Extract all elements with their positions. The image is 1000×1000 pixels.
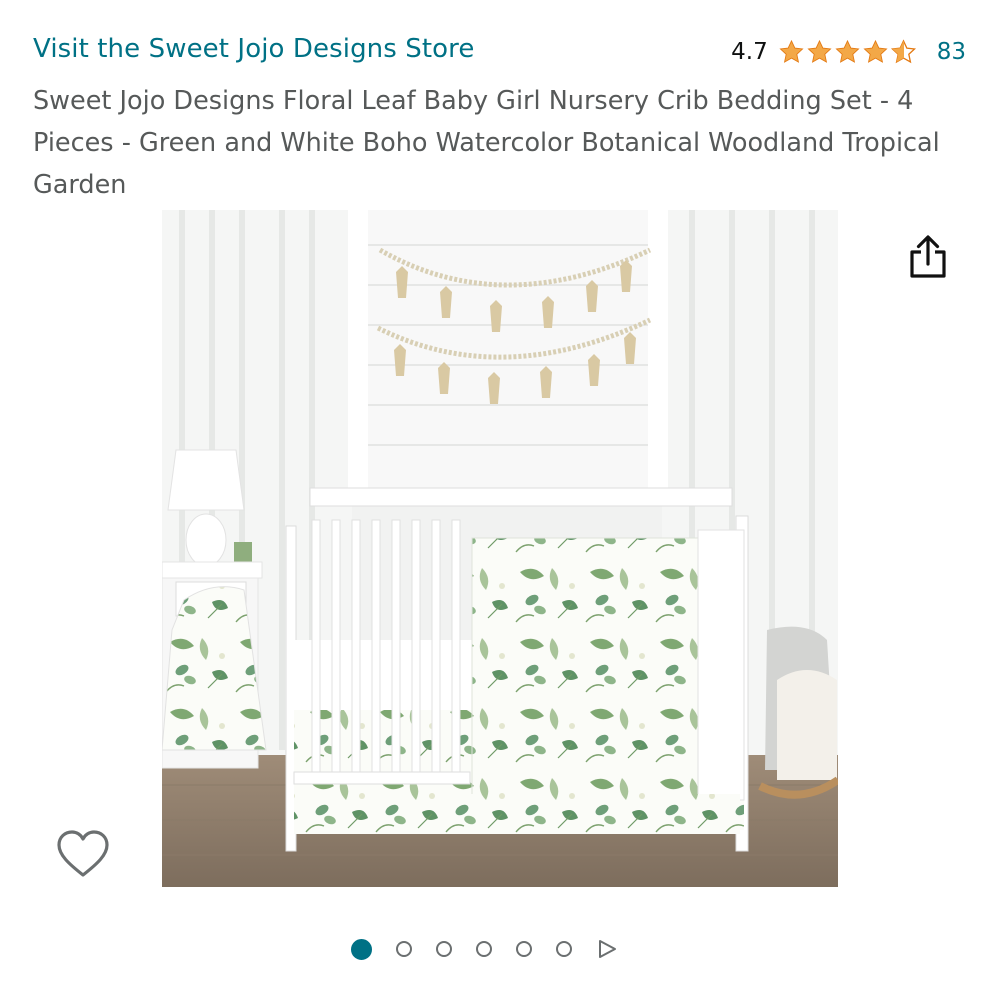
star-half-icon: [890, 39, 916, 64]
share-icon[interactable]: [906, 232, 950, 280]
carousel-dot[interactable]: [516, 941, 532, 957]
product-photo[interactable]: [162, 210, 838, 887]
star-full-icon: [863, 39, 888, 63]
rating-count-link[interactable]: 83: [937, 39, 966, 65]
carousel-dot[interactable]: [436, 941, 452, 957]
heart-outline-icon[interactable]: [55, 828, 111, 880]
star-rating[interactable]: [778, 39, 917, 65]
carousel-dot[interactable]: [351, 938, 372, 960]
rating-value: 4.7: [731, 39, 768, 65]
play-triangle-icon[interactable]: [596, 938, 618, 960]
carousel-dot[interactable]: [556, 941, 572, 957]
rating-summary[interactable]: 4.7 83: [731, 39, 966, 65]
carousel-dot[interactable]: [476, 941, 492, 957]
store-link[interactable]: Visit the Sweet Jojo Designs Store: [33, 34, 475, 64]
product-title: Sweet Jojo Designs Floral Leaf Baby Girl…: [33, 86, 940, 200]
star-full-icon: [807, 39, 832, 63]
star-full-icon: [779, 39, 804, 63]
star-full-icon: [835, 39, 860, 63]
carousel-dot[interactable]: [396, 941, 412, 957]
image-carousel-indicator[interactable]: [351, 937, 618, 961]
